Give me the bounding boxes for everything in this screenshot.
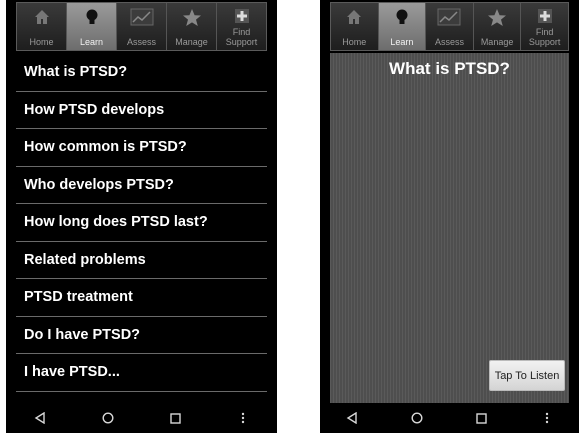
tab-assess[interactable]: Assess [426,3,474,50]
topic-detail-screen: Home Learn Assess Manage Find Support Wh… [320,0,579,433]
learn-topic-list: What is PTSD? How PTSD develops How comm… [16,54,267,392]
learn-menu-screen: Home Learn Assess Manage Find Support Wh… [6,0,277,433]
android-nav-bar [6,403,277,433]
tab-assess-label: Assess [434,37,464,47]
recents-icon [476,412,488,424]
tab-home[interactable]: Home [331,3,379,50]
plus-icon [234,9,249,23]
lightbulb-icon [396,9,408,24]
tab-learn[interactable]: Learn [378,3,427,50]
tab-manage-label: Manage [175,37,208,47]
lightbulb-icon [86,9,97,24]
tab-bar: Home Learn Assess Manage Find Support [330,2,569,51]
recents-button[interactable] [467,406,497,430]
star-icon [488,9,507,26]
tab-manage-label: Manage [480,37,514,47]
menu-item-who-develops[interactable]: Who develops PTSD? [16,167,267,204]
android-nav-bar [320,403,579,433]
menu-item-related-problems[interactable]: Related problems [16,242,267,279]
tab-bar: Home Learn Assess Manage Find Support [16,2,267,51]
tab-assess[interactable]: Assess [117,3,167,50]
menu-item-i-have-ptsd[interactable]: I have PTSD... [16,354,267,392]
tab-manage[interactable]: Manage [167,3,217,50]
recents-button[interactable] [160,406,190,430]
tab-learn-label: Learn [79,37,104,47]
star-icon [182,9,201,26]
tap-to-listen-button[interactable]: Tap To Listen [489,360,565,391]
tab-manage[interactable]: Manage [473,3,522,50]
home-icon [34,10,49,24]
back-icon [347,412,358,424]
home-button[interactable] [93,406,123,430]
tab-find-support[interactable]: Find Support [521,3,568,50]
chart-icon [437,8,461,26]
more-icon [241,412,245,424]
tab-home-label: Home [29,37,54,47]
menu-item-do-i-have-ptsd[interactable]: Do I have PTSD? [16,317,267,354]
menu-item-ptsd-treatment[interactable]: PTSD treatment [16,279,267,317]
back-button[interactable] [25,406,55,430]
menu-item-how-ptsd-develops[interactable]: How PTSD develops [16,92,267,129]
plus-icon [537,9,552,23]
more-icon [545,412,548,424]
back-icon [34,412,45,424]
tab-find-support[interactable]: Find Support [217,3,266,50]
menu-item-what-is-ptsd[interactable]: What is PTSD? [16,54,267,92]
more-button[interactable] [532,406,562,430]
tab-learn-label: Learn [390,37,414,47]
tab-find-support-label: Find Support [225,27,258,47]
tab-assess-label: Assess [126,37,156,47]
tab-find-support-label: Find Support [528,27,561,47]
tab-home-label: Home [342,37,367,47]
page-title: What is PTSD? [389,59,510,78]
home-icon [347,10,362,24]
back-button[interactable] [337,406,367,430]
topic-content-area: What is PTSD? Tap To Listen [330,53,569,403]
home-circle-icon [411,412,423,424]
chart-icon [130,8,153,26]
home-circle-icon [102,412,114,424]
recents-icon [170,412,181,424]
menu-item-how-long[interactable]: How long does PTSD last? [16,204,267,242]
tab-learn[interactable]: Learn [67,3,117,50]
menu-item-how-common[interactable]: How common is PTSD? [16,129,267,167]
more-button[interactable] [228,406,258,430]
home-button[interactable] [402,406,432,430]
tab-home[interactable]: Home [17,3,67,50]
